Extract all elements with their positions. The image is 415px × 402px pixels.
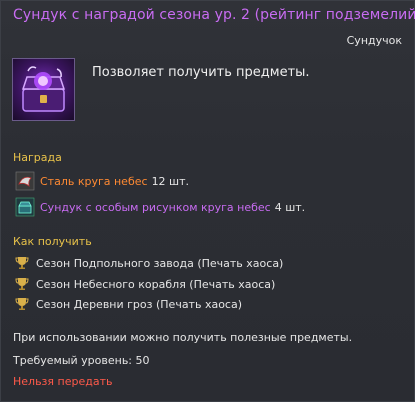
reward-item[interactable]: Сундук с особым рисунком круга небес 4 ш… xyxy=(15,197,305,217)
obtain-source: Сезон Деревни гроз (Печать хаоса) xyxy=(15,297,242,311)
reward-item-qty: 4 шт. xyxy=(274,200,306,214)
reward-item-name: Сталь круга небес xyxy=(40,174,148,188)
obtain-source: Сезон Небесного корабля (Печать хаоса) xyxy=(15,277,275,291)
reward-item-qty: 12 шт. xyxy=(151,174,190,188)
obtain-source: Сезон Подпольного завода (Печать хаоса) xyxy=(15,256,283,270)
reward-item-name: Сундук с особым рисунком круга небес xyxy=(40,200,271,214)
trade-restriction: Нельзя передать xyxy=(13,375,113,388)
purple-chest-icon xyxy=(12,58,75,121)
item-tooltip: Сундук с наградой сезона ур. 2 (рейтинг … xyxy=(0,0,415,402)
item-type: Сундучок xyxy=(346,34,402,47)
reward-item[interactable]: Сталь круга небес 12 шт. xyxy=(15,171,189,191)
trophy-icon xyxy=(15,256,29,270)
obtain-heading: Как получить xyxy=(13,235,92,248)
sky-pattern-chest-icon xyxy=(15,197,35,217)
item-description: Позволяет получить предметы. xyxy=(92,65,310,80)
usage-note: При использовании можно получить полезны… xyxy=(13,331,353,344)
obtain-source-label: Сезон Подпольного завода (Печать хаоса) xyxy=(36,256,284,270)
reward-heading: Награда xyxy=(13,151,62,164)
sky-steel-icon xyxy=(15,171,35,191)
trophy-icon xyxy=(15,277,29,291)
obtain-source-label: Сезон Небесного корабля (Печать хаоса) xyxy=(36,277,276,291)
item-title: Сундук с наградой сезона ур. 2 (рейтинг … xyxy=(13,7,415,23)
obtain-source-label: Сезон Деревни гроз (Печать хаоса) xyxy=(36,297,243,311)
trophy-icon xyxy=(15,297,29,311)
required-level: Требуемый уровень: 50 xyxy=(13,354,150,367)
